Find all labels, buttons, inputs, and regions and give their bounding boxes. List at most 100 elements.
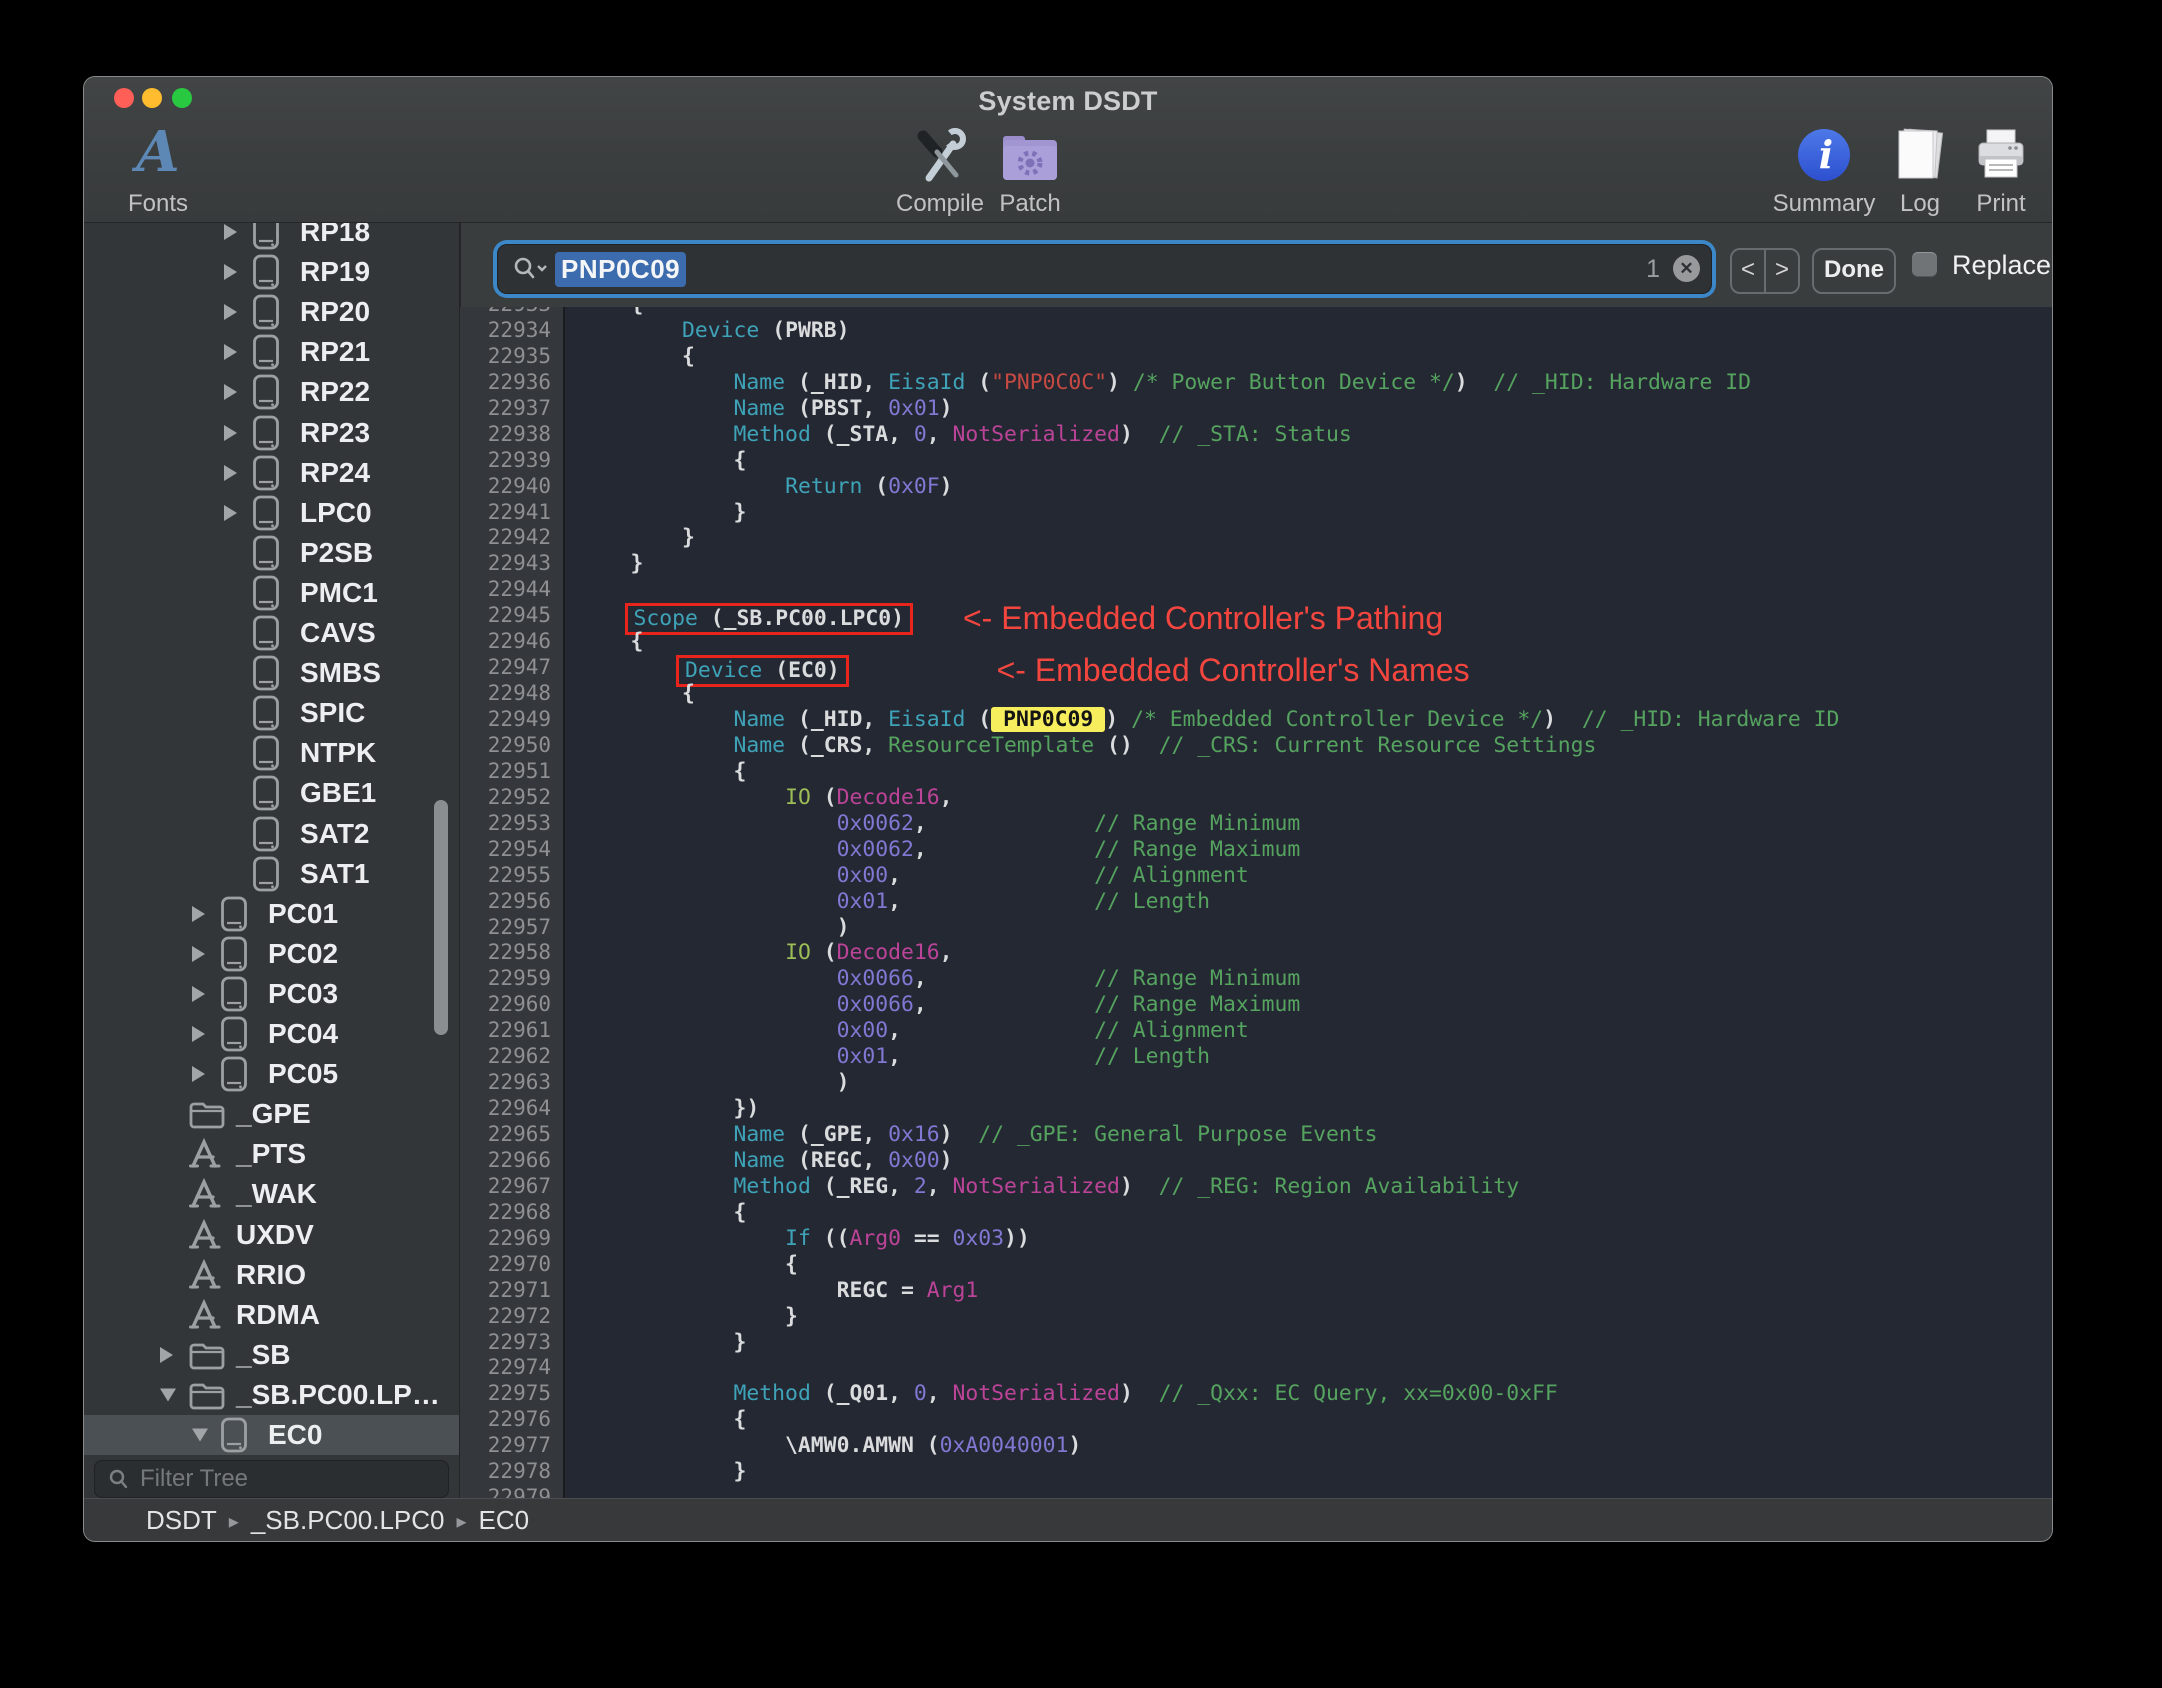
- code-line-22974[interactable]: 22974: [460, 1355, 2052, 1382]
- sidebar-item-pc04[interactable]: PC04: [84, 1014, 459, 1054]
- code-line-22977[interactable]: 22977 \AMW0.AMWN (0xA0040001): [460, 1433, 2052, 1460]
- code-line-22963[interactable]: 22963 ): [460, 1070, 2052, 1097]
- sidebar-item-spic[interactable]: SPIC: [84, 693, 459, 733]
- chevron-right-icon[interactable]: [224, 304, 237, 321]
- sidebar-item-_pts[interactable]: _PTS: [84, 1134, 459, 1174]
- code-line-22960[interactable]: 22960 0x0066, // Range Maximum: [460, 992, 2052, 1019]
- code-line-22979[interactable]: 22979: [460, 1485, 2052, 1498]
- filter-tree-input[interactable]: [138, 1462, 432, 1496]
- code-line-22954[interactable]: 22954 0x0062, // Range Maximum: [460, 836, 2052, 863]
- code-line-22970[interactable]: 22970 {: [460, 1251, 2052, 1278]
- code-line-22973[interactable]: 22973 }: [460, 1329, 2052, 1356]
- code-line-22959[interactable]: 22959 0x0066, // Range Minimum: [460, 966, 2052, 993]
- toolbar-summary-button[interactable]: i Summary: [1769, 124, 1879, 220]
- code-line-22961[interactable]: 22961 0x00, // Alignment: [460, 1018, 2052, 1045]
- sidebar-item-rp23[interactable]: RP23: [84, 413, 459, 453]
- chevron-right-icon[interactable]: [224, 504, 237, 521]
- code-line-22976[interactable]: 22976 {: [460, 1407, 2052, 1434]
- code-line-22941[interactable]: 22941 }: [460, 499, 2052, 526]
- chevron-right-icon[interactable]: [192, 1066, 205, 1083]
- sidebar-item-rp21[interactable]: RP21: [84, 332, 459, 372]
- breadcrumb-item-scope[interactable]: _SB.PC00.LPC0: [251, 1505, 445, 1535]
- sidebar-item-lpc0[interactable]: LPC0: [84, 493, 459, 533]
- code-line-22945[interactable]: 22945 Scope (_SB.PC00.LPC0) <- Embedded C…: [460, 602, 2052, 636]
- done-button[interactable]: Done: [1812, 248, 1896, 294]
- toolbar-patch-button[interactable]: Patch: [975, 124, 1085, 220]
- code-line-22943[interactable]: 22943 }: [460, 551, 2052, 578]
- sidebar-item-cavs[interactable]: CAVS: [84, 613, 459, 653]
- filter-tree-field[interactable]: [94, 1460, 449, 1498]
- code-line-22969[interactable]: 22969 If ((Arg0 == 0x03)): [460, 1225, 2052, 1252]
- clear-search-icon[interactable]: ✕: [1673, 255, 1700, 282]
- sidebar-item-gbe1[interactable]: GBE1: [84, 773, 459, 813]
- code-line-22966[interactable]: 22966 Name (REGC, 0x00): [460, 1147, 2052, 1174]
- code-line-22939[interactable]: 22939 {: [460, 447, 2052, 474]
- sidebar-item-pmc1[interactable]: PMC1: [84, 573, 459, 613]
- code-line-22955[interactable]: 22955 0x00, // Alignment: [460, 862, 2052, 889]
- chevron-right-icon[interactable]: [224, 224, 237, 240]
- code-line-22948[interactable]: 22948 {: [460, 681, 2052, 707]
- code-line-22937[interactable]: 22937 Name (PBST, 0x01): [460, 395, 2052, 422]
- sidebar-item-uxdv[interactable]: UXDV: [84, 1215, 459, 1255]
- code-line-22949[interactable]: 22949 Name (_HID, EisaId (PNP0C09) /* Em…: [460, 707, 2052, 733]
- sidebar-item-rp24[interactable]: RP24: [84, 453, 459, 493]
- sidebar-item-sat2[interactable]: SAT2: [84, 814, 459, 854]
- sidebar-item-_sb[interactable]: _SB: [84, 1335, 459, 1375]
- code-line-22938[interactable]: 22938 Method (_STA, 0, NotSerialized) //…: [460, 421, 2052, 448]
- sidebar-item-rp20[interactable]: RP20: [84, 292, 459, 332]
- sidebar-item-pc03[interactable]: PC03: [84, 974, 459, 1014]
- code-editor[interactable]: 22933 {22934 Device (PWRB)22935 {22936 N…: [460, 307, 2052, 1498]
- code-line-22962[interactable]: 22962 0x01, // Length: [460, 1044, 2052, 1071]
- sidebar-item-rp19[interactable]: RP19: [84, 252, 459, 292]
- chevron-right-icon[interactable]: [224, 464, 237, 481]
- code-line-22975[interactable]: 22975 Method (_Q01, 0, NotSerialized) //…: [460, 1381, 2052, 1408]
- sidebar-scrollbar[interactable]: [434, 800, 448, 1035]
- code-line-22933[interactable]: 22933 {: [460, 307, 2052, 318]
- code-line-22940[interactable]: 22940 Return (0x0F): [460, 473, 2052, 500]
- code-line-22934[interactable]: 22934 Device (PWRB): [460, 317, 2052, 344]
- sidebar-item-sat1[interactable]: SAT1: [84, 854, 459, 894]
- sidebar-item-pc01[interactable]: PC01: [84, 894, 459, 934]
- sidebar-item-ec0[interactable]: EC0: [84, 1415, 459, 1455]
- chevron-right-icon[interactable]: [160, 1346, 173, 1363]
- code-line-22936[interactable]: 22936 Name (_HID, EisaId ("PNP0C0C") /* …: [460, 369, 2052, 396]
- sidebar-item-rp22[interactable]: RP22: [84, 372, 459, 412]
- chevron-right-icon[interactable]: [224, 344, 237, 361]
- toolbar-print-button[interactable]: Print: [1946, 124, 2052, 220]
- replace-checkbox[interactable]: [1912, 252, 1937, 277]
- breadcrumb-item-dsdt[interactable]: DSDT: [146, 1505, 217, 1535]
- chevron-right-icon[interactable]: [224, 424, 237, 441]
- sidebar-item-p2sb[interactable]: P2SB: [84, 533, 459, 573]
- code-line-22958[interactable]: 22958 IO (Decode16,: [460, 940, 2052, 967]
- sidebar-item-rp18[interactable]: RP18: [84, 223, 459, 252]
- code-line-22978[interactable]: 22978 }: [460, 1459, 2052, 1486]
- chevron-right-icon[interactable]: [224, 384, 237, 401]
- sidebar-item-ntpk[interactable]: NTPK: [84, 733, 459, 773]
- breadcrumb-item-ec0[interactable]: EC0: [479, 1505, 530, 1535]
- code-line-22956[interactable]: 22956 0x01, // Length: [460, 888, 2052, 915]
- sidebar-item-pc05[interactable]: PC05: [84, 1054, 459, 1094]
- toolbar-fonts-button[interactable]: A Fonts: [103, 122, 213, 220]
- chevron-right-icon[interactable]: [192, 945, 205, 962]
- find-next-button[interactable]: >: [1766, 250, 1798, 292]
- code-line-22964[interactable]: 22964 }): [460, 1096, 2052, 1122]
- code-line-22957[interactable]: 22957 ): [460, 914, 2052, 941]
- sidebar-item-rdma[interactable]: RDMA: [84, 1295, 459, 1335]
- sidebar-item-smbs[interactable]: SMBS: [84, 653, 459, 693]
- code-line-22968[interactable]: 22968 {: [460, 1199, 2052, 1226]
- code-line-22971[interactable]: 22971 REGC = Arg1: [460, 1277, 2052, 1304]
- code-line-22951[interactable]: 22951 {: [460, 758, 2052, 785]
- code-line-22942[interactable]: 22942 }: [460, 525, 2052, 552]
- chevron-down-icon[interactable]: [192, 1428, 208, 1442]
- chevron-right-icon[interactable]: [192, 985, 205, 1002]
- code-line-22952[interactable]: 22952 IO (Decode16,: [460, 784, 2052, 811]
- code-line-22972[interactable]: 22972 }: [460, 1303, 2052, 1330]
- sidebar-item-_wak[interactable]: _WAK: [84, 1174, 459, 1214]
- code-line-22935[interactable]: 22935 {: [460, 343, 2052, 370]
- chevron-right-icon[interactable]: [192, 905, 205, 922]
- chevron-right-icon[interactable]: [224, 264, 237, 281]
- sidebar-item-_gpe[interactable]: _GPE: [84, 1094, 459, 1134]
- code-line-22947[interactable]: 22947 Device (EC0) <- Embedded Controller…: [460, 654, 2052, 688]
- search-icon[interactable]: [513, 257, 549, 283]
- code-line-22950[interactable]: 22950 Name (_CRS, ResourceTemplate () //…: [460, 732, 2052, 759]
